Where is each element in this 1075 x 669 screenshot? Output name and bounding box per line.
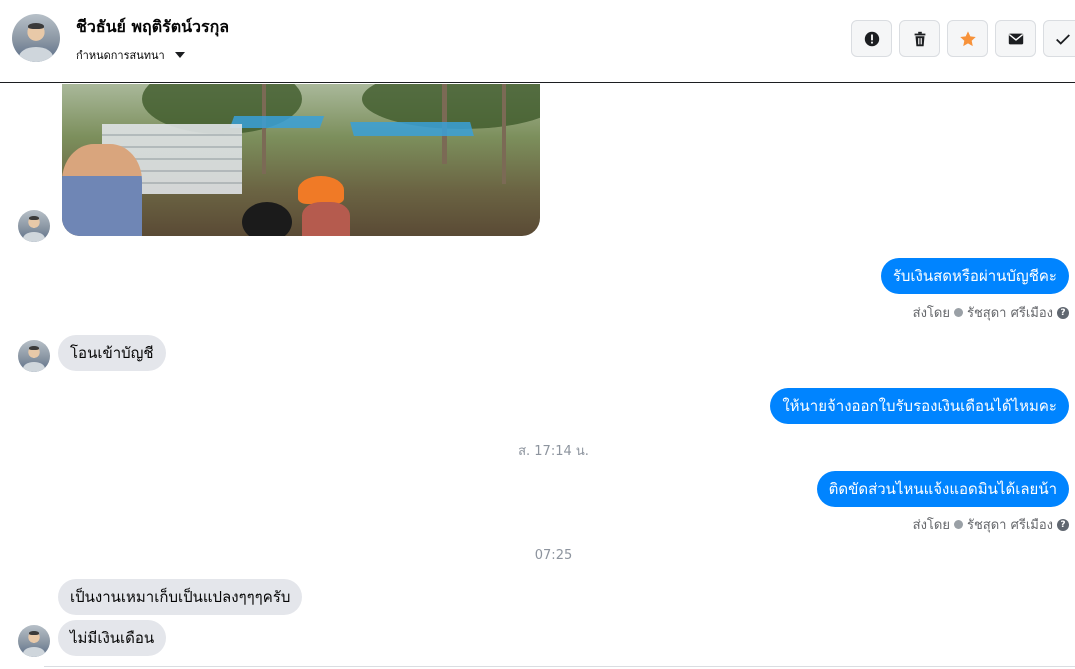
shared-photo[interactable] — [62, 84, 540, 236]
incoming-message: ไม่มีเงินเดือน — [58, 620, 167, 656]
contact-avatar-small — [18, 340, 50, 372]
contact-avatar-small — [18, 210, 50, 242]
exclamation-icon — [864, 31, 879, 46]
mark-unread-button[interactable] — [995, 20, 1036, 57]
conversation-settings-label: กำหนดการสนทนา — [76, 49, 165, 62]
check-icon — [1056, 33, 1070, 45]
help-icon[interactable]: ? — [1057, 518, 1069, 531]
contact-name[interactable]: ชีวธันย์ พฤติรัตน์วรกุล — [76, 15, 229, 40]
caret-down-icon — [174, 52, 185, 58]
star-icon — [959, 30, 976, 46]
mark-done-button[interactable] — [1043, 20, 1075, 57]
timestamp: ส. 17:14 น. — [518, 444, 589, 459]
page-icon — [953, 308, 963, 317]
incoming-message: เป็นงานเหมาเก็บเป็นแปลงๆๆๆครับ — [58, 579, 303, 615]
contact-avatar-small — [18, 625, 50, 657]
outgoing-message: ติดขัดส่วนไหนแจ้งแอดมินได้เลยน้า — [816, 471, 1069, 507]
contact-avatar[interactable] — [12, 14, 60, 62]
sent-by-label: ส่งโดย รัชสุดา ศรีเมือง ? — [913, 302, 1069, 323]
outgoing-message: รับเงินสดหรือผ่านบัญชีคะ — [880, 258, 1069, 294]
report-spam-button[interactable] — [851, 20, 892, 57]
delete-button[interactable] — [899, 20, 940, 57]
sent-by-prefix: ส่งโดย — [912, 306, 950, 321]
trash-icon — [914, 31, 925, 46]
composer-divider — [44, 666, 1075, 667]
star-button[interactable] — [947, 20, 988, 57]
conversation-settings-dropdown[interactable]: กำหนดการสนทนา — [76, 46, 185, 64]
sent-by-name[interactable]: รัชสุดา ศรีเมือง — [967, 302, 1053, 323]
outgoing-message: ให้นายจ้างออกใบรับรองเงินเดือนได้ไหมคะ — [770, 388, 1069, 424]
sent-by-label: ส่งโดย รัชสุดา ศรีเมือง ? — [913, 514, 1069, 535]
sent-by-prefix: ส่งโดย — [912, 518, 950, 533]
conversation-header: ชีวธันย์ พฤติรัตน์วรกุล กำหนดการสนทนา — [0, 0, 1075, 83]
help-icon[interactable]: ? — [1057, 306, 1069, 319]
incoming-message: โอนเข้าบัญชี — [58, 335, 166, 371]
envelope-icon — [1008, 33, 1023, 44]
page-icon — [953, 520, 963, 529]
sent-by-name[interactable]: รัชสุดา ศรีเมือง — [967, 514, 1053, 535]
timestamp: 07:25 — [534, 548, 573, 563]
